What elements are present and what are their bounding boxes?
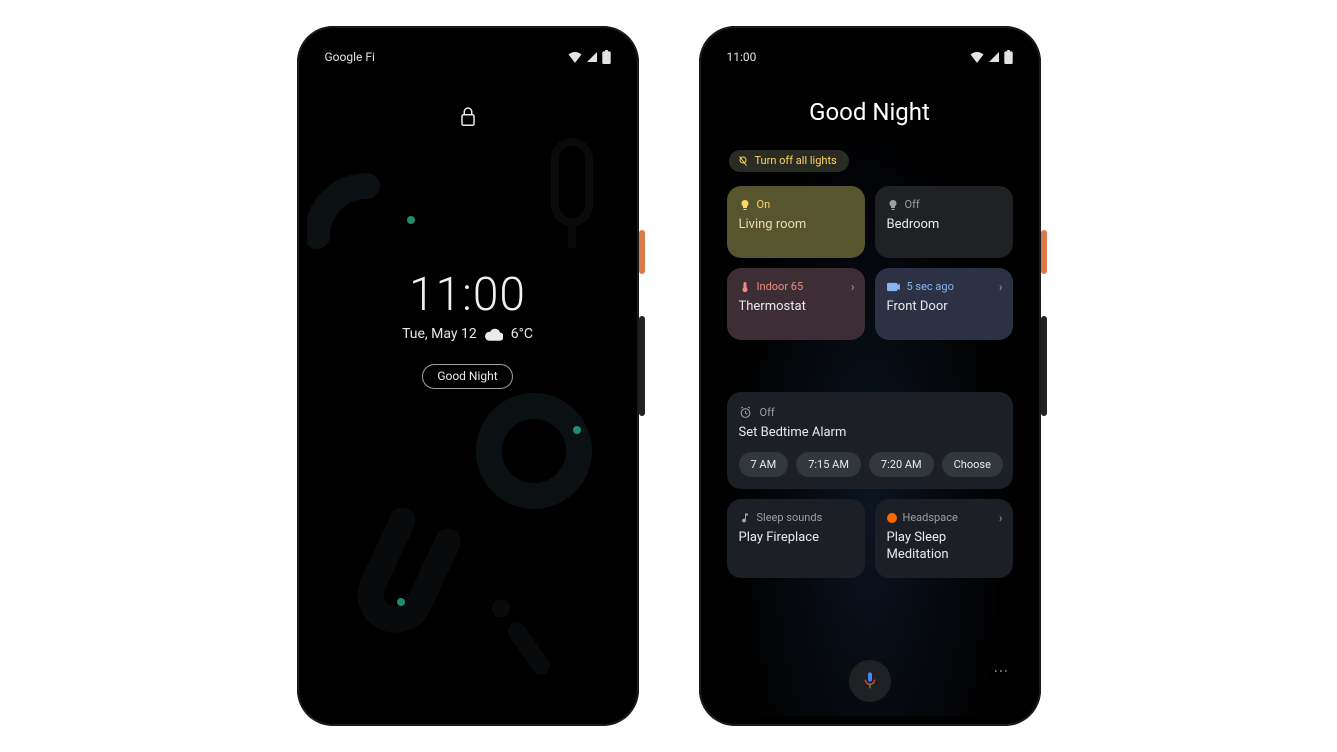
lock-icon: [459, 106, 477, 132]
tile-sleep-sounds[interactable]: Sleep sounds Play Fireplace: [727, 499, 865, 578]
carrier-label: Google Fi: [325, 50, 375, 64]
bulb-off-icon: [737, 155, 749, 167]
tile-label: Bedroom: [887, 217, 1001, 232]
battery-icon: [602, 50, 611, 64]
wifi-icon: [970, 51, 984, 63]
good-night-chip[interactable]: Good Night: [422, 364, 512, 389]
power-button[interactable]: [1041, 230, 1047, 274]
screen-panel: 11:00 Good Night Turn off all lights On: [709, 36, 1031, 716]
chevron-right-icon: ›: [999, 511, 1003, 525]
tile-status: Indoor 65: [757, 280, 804, 293]
alarm-option-1[interactable]: 7:15 AM: [796, 452, 861, 477]
bottom-bar: ⋮: [709, 660, 1031, 702]
turn-off-lights-label: Turn off all lights: [755, 154, 837, 167]
volume-button[interactable]: [639, 316, 645, 416]
phone-lockscreen: Google Fi 11:00 Tue, May 12 6°C Good Nig…: [297, 26, 639, 726]
status-icons: [970, 50, 1013, 64]
chevron-right-icon: ›: [851, 280, 855, 294]
tile-label: Thermostat: [739, 299, 853, 314]
headspace-title: Play Sleep Meditation: [887, 530, 1001, 564]
status-bar: Google Fi: [307, 50, 629, 64]
date-label: Tue, May 12: [402, 326, 477, 342]
signal-icon: [586, 51, 598, 63]
tile-living-room[interactable]: On Living room: [727, 186, 865, 258]
media-tiles: Sleep sounds Play Fireplace Headspace › …: [727, 499, 1013, 578]
alarm-card[interactable]: Off Set Bedtime Alarm 7 AM 7:15 AM 7:20 …: [727, 392, 1013, 489]
sounds-title: Play Fireplace: [739, 530, 853, 547]
mic-icon: [862, 671, 878, 691]
more-icon[interactable]: ⋮: [993, 664, 1009, 680]
alarm-icon: [739, 406, 752, 419]
tile-status: On: [757, 198, 771, 211]
date-weather-row: Tue, May 12 6°C: [402, 326, 533, 342]
bulb-icon: [739, 199, 751, 211]
status-bar: 11:00: [709, 50, 1031, 64]
alarm-option-2[interactable]: 7:20 AM: [869, 452, 934, 477]
alarm-option-0[interactable]: 7 AM: [739, 452, 789, 477]
chevron-right-icon: ›: [999, 280, 1003, 294]
tile-status: 5 sec ago: [907, 280, 954, 293]
alarm-option-choose[interactable]: Choose: [942, 452, 1003, 477]
lock-content: 11:00 Tue, May 12 6°C Good Night: [307, 36, 629, 716]
sounds-header: Sleep sounds: [757, 511, 823, 524]
clock-time: 11:00: [409, 268, 526, 322]
device-tiles: On Living room Off Bedroom Indoor 65: [727, 186, 1013, 340]
tile-front-door[interactable]: 5 sec ago › Front Door: [875, 268, 1013, 340]
assistant-button[interactable]: [849, 660, 891, 702]
headspace-icon: [887, 513, 897, 523]
temp-label: 6°C: [511, 326, 533, 342]
clock-label: 11:00: [727, 50, 757, 64]
alarm-options-row: 7 AM 7:15 AM 7:20 AM Choose: [739, 452, 1001, 477]
tile-label: Living room: [739, 217, 853, 232]
weather-icon: [485, 327, 503, 341]
camera-icon: [887, 281, 901, 293]
greeting-title: Good Night: [727, 98, 1013, 126]
tile-headspace[interactable]: Headspace › Play Sleep Meditation: [875, 499, 1013, 578]
alarm-title: Set Bedtime Alarm: [739, 425, 1001, 440]
headspace-header: Headspace: [903, 511, 958, 524]
turn-off-lights-chip[interactable]: Turn off all lights: [729, 150, 849, 172]
bulb-icon: [887, 199, 899, 211]
signal-icon: [988, 51, 1000, 63]
screen-lock: Google Fi 11:00 Tue, May 12 6°C Good Nig…: [307, 36, 629, 716]
battery-icon: [1004, 50, 1013, 64]
music-note-icon: [739, 512, 751, 524]
panel-content: Good Night Turn off all lights On Living…: [709, 36, 1031, 716]
tile-label: Front Door: [887, 299, 1001, 314]
power-button[interactable]: [639, 230, 645, 274]
tile-bedroom[interactable]: Off Bedroom: [875, 186, 1013, 258]
alarm-status: Off: [760, 406, 775, 419]
volume-button[interactable]: [1041, 316, 1047, 416]
tile-status: Off: [905, 198, 920, 211]
tile-thermostat[interactable]: Indoor 65 › Thermostat: [727, 268, 865, 340]
thermostat-icon: [739, 281, 751, 293]
phone-smart-panel: 11:00 Good Night Turn off all lights On: [699, 26, 1041, 726]
wifi-icon: [568, 51, 582, 63]
status-icons: [568, 50, 611, 64]
